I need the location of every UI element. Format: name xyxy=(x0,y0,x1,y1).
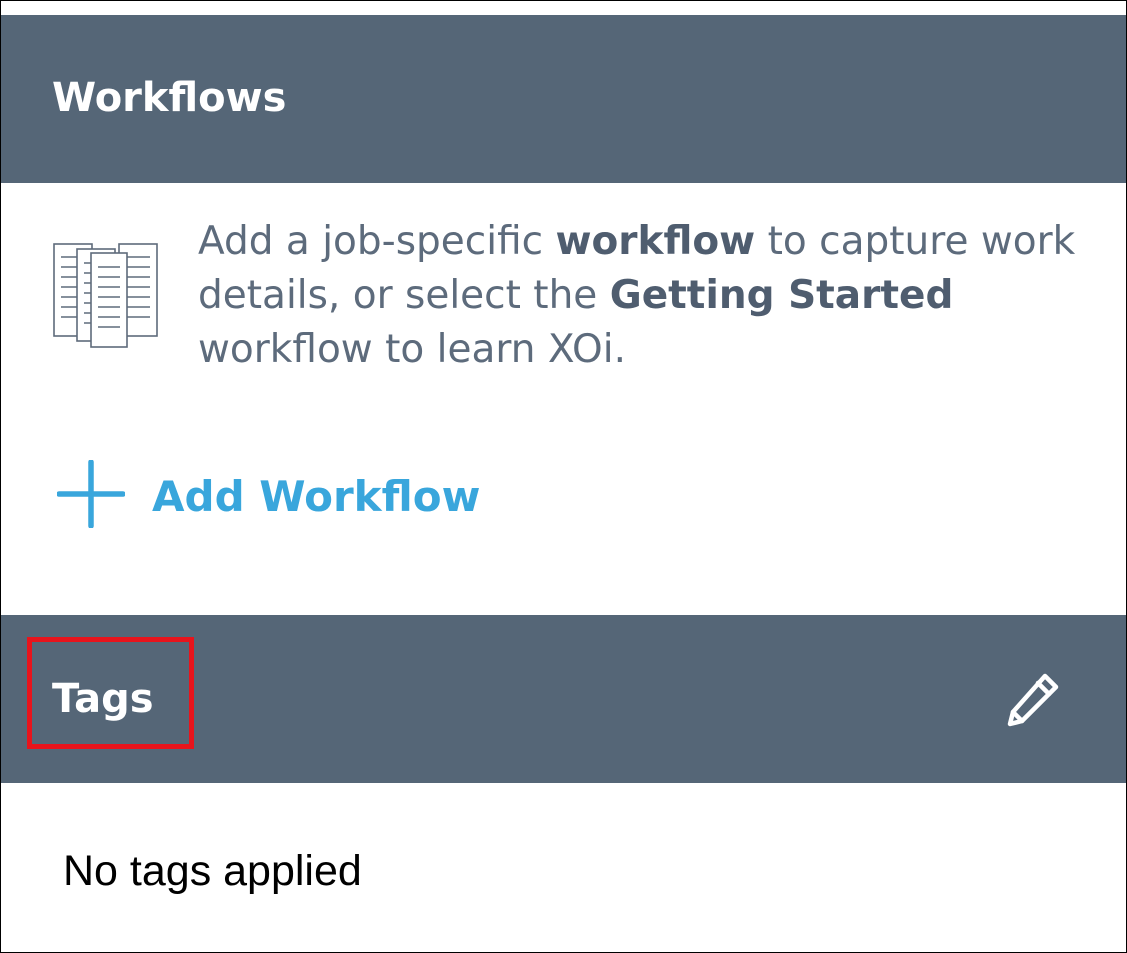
workflows-header: Workflows xyxy=(1,15,1126,183)
edit-tags-button[interactable] xyxy=(997,665,1069,737)
screen: Workflows Add a job-specific workflow to… xyxy=(0,0,1127,953)
tags-header: Tags xyxy=(1,615,1126,783)
description-bold-getting-started: Getting Started xyxy=(609,273,954,318)
add-workflow-label: Add Workflow xyxy=(152,471,481,521)
plus-icon xyxy=(56,459,126,532)
tags-title: Tags xyxy=(52,676,154,722)
add-workflow-button[interactable]: Add Workflow xyxy=(56,459,481,532)
workflow-description: Add a job-specific workflow to capture w… xyxy=(198,215,1108,377)
description-text: Add a job-specific xyxy=(198,219,556,264)
workflows-title: Workflows xyxy=(52,75,287,121)
no-tags-text: No tags applied xyxy=(63,847,362,895)
pencil-icon xyxy=(1005,671,1061,731)
description-bold-workflow: workflow xyxy=(555,219,756,264)
document-stack-icon xyxy=(53,241,161,349)
description-text: workflow to learn XOi. xyxy=(198,327,626,372)
